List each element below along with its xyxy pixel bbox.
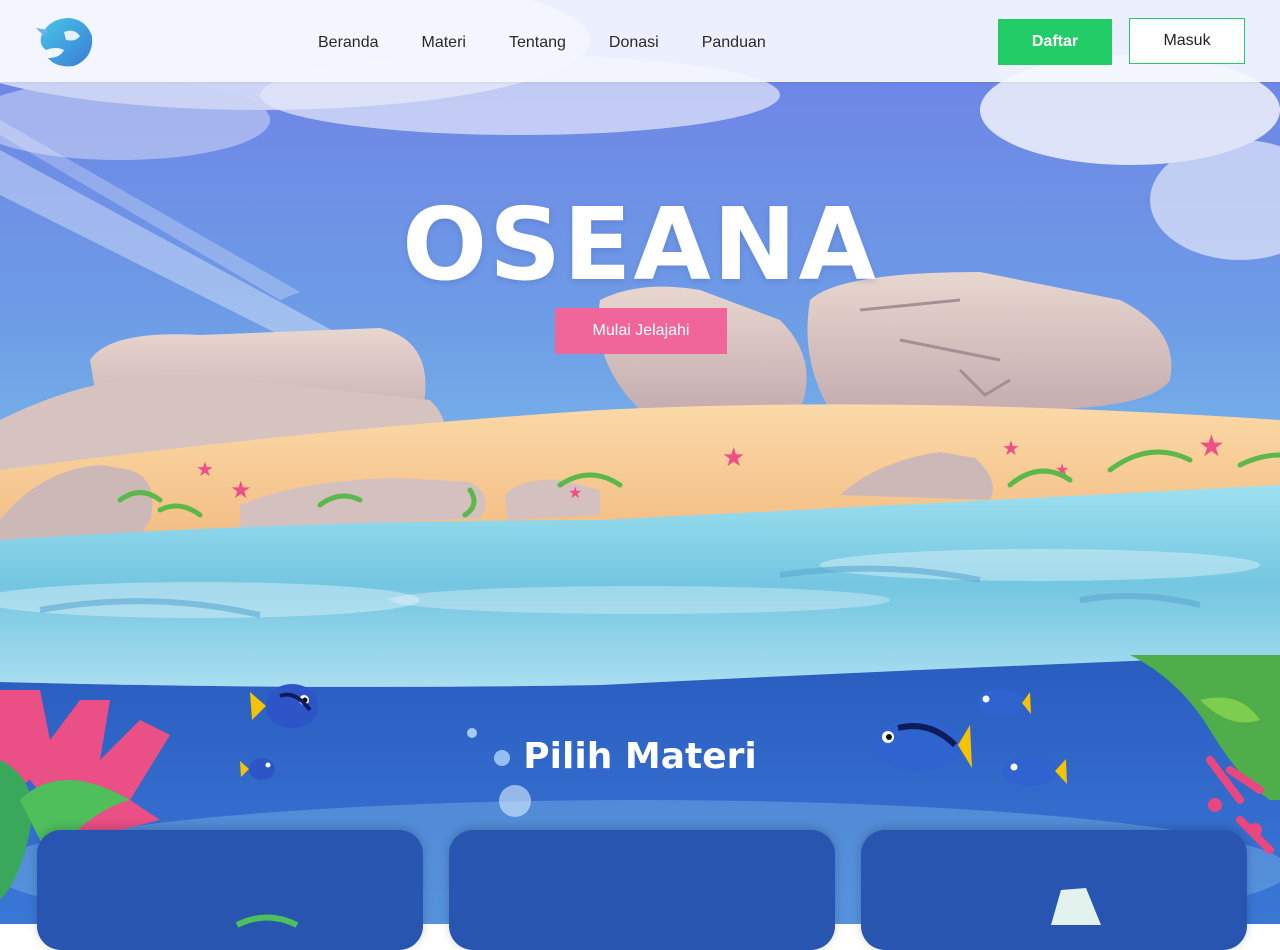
nav-link-tentang[interactable]: Tentang <box>509 34 566 52</box>
daftar-button[interactable]: Daftar <box>998 19 1112 65</box>
nav-link-donasi[interactable]: Donasi <box>609 34 659 52</box>
hero-title: OSEANA <box>402 186 878 303</box>
ocean-illustration: ★ ★ ★ ★ ★ ★ ★ <box>0 0 1280 924</box>
materi-card-3[interactable] <box>861 830 1247 950</box>
materi-card-1[interactable] <box>37 830 423 950</box>
materi-card-2[interactable] <box>449 830 835 950</box>
seaweed-icon <box>235 914 299 928</box>
nav-link-panduan[interactable]: Panduan <box>702 34 766 52</box>
svg-text:★: ★ <box>1002 436 1020 460</box>
svg-text:★: ★ <box>230 476 252 504</box>
svg-text:★: ★ <box>568 483 582 502</box>
dolphin-logo-icon[interactable] <box>36 14 94 68</box>
hero-background-scene: ★ ★ ★ ★ ★ ★ ★ <box>0 0 1280 924</box>
section-title-pilih-materi: Pilih Materi <box>523 736 757 777</box>
mulai-jelajahi-button[interactable]: Mulai Jelajahi <box>555 308 727 354</box>
svg-text:★: ★ <box>1198 429 1225 464</box>
svg-text:★: ★ <box>722 443 745 473</box>
main-nav: Beranda Materi Tentang Donasi Panduan <box>318 34 766 52</box>
navbar: Beranda Materi Tentang Donasi Panduan Da… <box>0 0 1280 82</box>
nav-link-beranda[interactable]: Beranda <box>318 34 379 52</box>
nav-link-materi[interactable]: Materi <box>422 34 466 52</box>
svg-text:★: ★ <box>196 457 214 481</box>
masuk-button[interactable]: Masuk <box>1129 18 1245 64</box>
iceberg-icon <box>1051 888 1101 925</box>
